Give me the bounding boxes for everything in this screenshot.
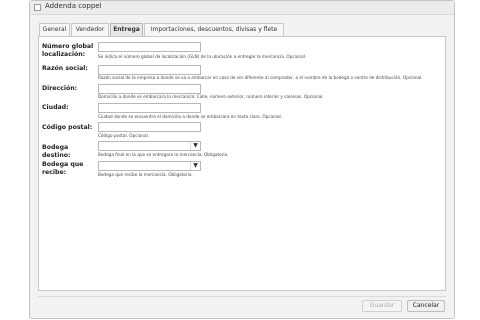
entrega-panel: Número global localización: Se indica el… [38,36,446,291]
tab-entrega[interactable]: Entrega [110,23,143,37]
ciudad-input[interactable] [98,103,201,113]
title-checkbox[interactable] [34,4,41,11]
razon-social-input[interactable] [98,65,201,75]
save-button[interactable]: Guardar [362,300,402,312]
ciudad-label: Ciudad: [42,104,69,111]
direccion-hint: Domicilio a donde se embarcara la mercan… [98,94,324,99]
codigo-postal-label: Código postal: [42,124,93,131]
title-bar: Addenda coppel [30,1,454,15]
chevron-down-icon: ▼ [190,162,200,170]
gln-label: Número global localización: [42,43,94,58]
gln-input[interactable] [98,42,201,52]
ciudad-hint: Ciudad donde se encuentra el domicilio a… [98,114,283,119]
direccion-label: Dirección: [42,85,78,92]
bodega-destino-label: Bodega destino: [42,144,71,159]
razon-social-hint: Razón social de la empresa a donde se va… [98,75,423,80]
tab-general[interactable]: General [39,23,70,36]
bodega-recibe-select[interactable]: ▼ [98,161,201,171]
addenda-dialog: Addenda coppel General Vendedor Entrega … [29,0,455,319]
window-title: Addenda coppel [45,2,102,10]
gln-hint: Se indica el número global de localizaci… [98,54,307,59]
bodega-recibe-label: Bodega que recibe: [42,161,84,176]
chevron-down-icon: ▼ [190,142,200,150]
bodega-destino-hint: Bodega final en la que se entregara la m… [98,152,229,157]
direccion-input[interactable] [98,84,201,94]
codigo-postal-hint: Código postal. Opcional. [98,133,149,138]
tab-importaciones[interactable]: Importaciones, descuentos, divisas y fle… [144,23,284,36]
tab-vendedor[interactable]: Vendedor [71,23,109,36]
footer-divider [38,296,446,297]
cancel-button[interactable]: Cancelar [407,300,445,312]
codigo-postal-input[interactable] [98,122,201,132]
bodega-recibe-hint: Bodega que recibe la mercancía. Obligato… [98,172,193,177]
razon-social-label: Razón social: [42,65,88,72]
bodega-destino-select[interactable]: ▼ [98,141,201,151]
